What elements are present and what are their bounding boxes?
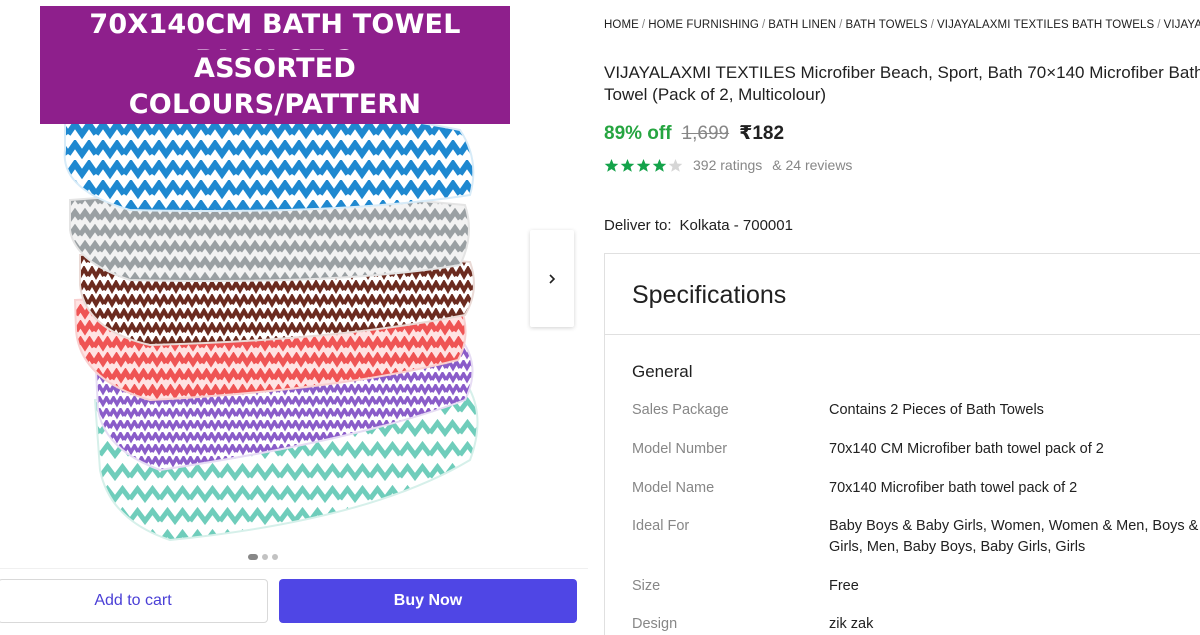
star-filled-icon [620,158,635,172]
action-bar: Add to cart Buy Now [0,568,588,635]
spec-value: zik zak [829,616,874,632]
buy-now-button[interactable]: Buy Now [279,579,577,623]
reviews-count[interactable]: & 24 reviews [772,157,852,173]
original-price: 1,699 [681,123,730,144]
chevron-right-icon [549,273,556,284]
product-page: 70X140CM BATH TOWEL PACK OF 2 ASSORTED C… [0,0,1200,635]
spec-key: Ideal For [632,518,690,534]
deliver-label: Deliver to: [604,217,672,234]
spec-key: Design [632,616,678,632]
star-empty-icon [668,158,683,172]
banner-text: ASSORTED COLOURS/PATTERN [40,50,510,124]
spec-value: 70x140 Microfiber bath towel pack of 2 [829,480,1078,496]
breadcrumb: HOME / HOME FURNISHING / BATH LINEN / BATH TOW… [604,19,1200,31]
spec-key: Sales Package [632,402,729,418]
spec-key: Size [632,578,661,594]
spec-group-title: General [632,362,693,381]
carousel-dot[interactable] [272,554,278,560]
spec-key: Model Name [632,480,715,496]
carousel-dot[interactable] [248,554,258,560]
breadcrumb-bath-towels[interactable]: BATH TOWELS [845,19,927,31]
breadcrumb-separator: / [1157,19,1161,31]
star-filled-icon [604,158,619,172]
spec-value: 70x140 CM Microfiber bath towel pack of … [829,441,1104,457]
add-to-cart-button[interactable]: Add to cart [0,579,268,623]
breadcrumb-home-furnishing[interactable]: HOME FURNISHING [648,19,759,31]
carousel-dots [248,554,278,560]
spec-value: Baby Boys & Baby Girls, Women, Women & M… [829,518,1199,555]
product-banner-line2: ASSORTED COLOURS/PATTERN [40,50,510,124]
breadcrumb-separator: / [641,19,646,31]
carousel-dot[interactable] [262,554,268,560]
star-rating [604,158,683,173]
next-image-button[interactable] [530,230,574,327]
star-filled-icon [652,158,667,172]
ratings-count[interactable]: 392 ratings [693,157,762,173]
breadcrumb-separator: / [761,19,766,31]
spec-key: Model Number [632,441,728,457]
product-title: VIJAYALAXMI TEXTILES Microfiber Beach, S… [604,63,1200,104]
price-row: 89% off 1,699 ₹182 [604,122,784,145]
discount-percent: 89% off [604,123,672,144]
product-gallery: 70X140CM BATH TOWEL PACK OF 2 ASSORTED C… [0,0,590,635]
breadcrumb-home[interactable]: HOME [604,19,639,31]
breadcrumb-brand-towels[interactable]: VIJAYALAXMI TEXTILES BATH TOWELS [937,19,1154,31]
deliver-pincode[interactable]: Kolkata - 700001 [680,217,793,234]
breadcrumb-separator: / [930,19,934,31]
star-filled-icon [636,158,651,172]
delivery-location: Deliver to: Kolkata - 700001 [604,217,793,234]
spec-value: Contains 2 Pieces of Bath Towels [829,402,1044,418]
selling-price: ₹182 [739,123,785,144]
specifications-panel: Specifications General Sales Package Con… [604,253,1200,635]
breadcrumb-bath-linen[interactable]: BATH LINEN [768,19,836,31]
breadcrumb-current: VIJAYALAXMI TEXTILES Microfiber Beach, S… [1163,19,1200,31]
specifications-heading: Specifications [605,254,1200,335]
product-image: 70X140CM BATH TOWEL PACK OF 2 ASSORTED C… [40,0,510,545]
spec-value: Free [829,578,859,594]
rating-row: 392 ratings & 24 reviews [604,157,852,173]
